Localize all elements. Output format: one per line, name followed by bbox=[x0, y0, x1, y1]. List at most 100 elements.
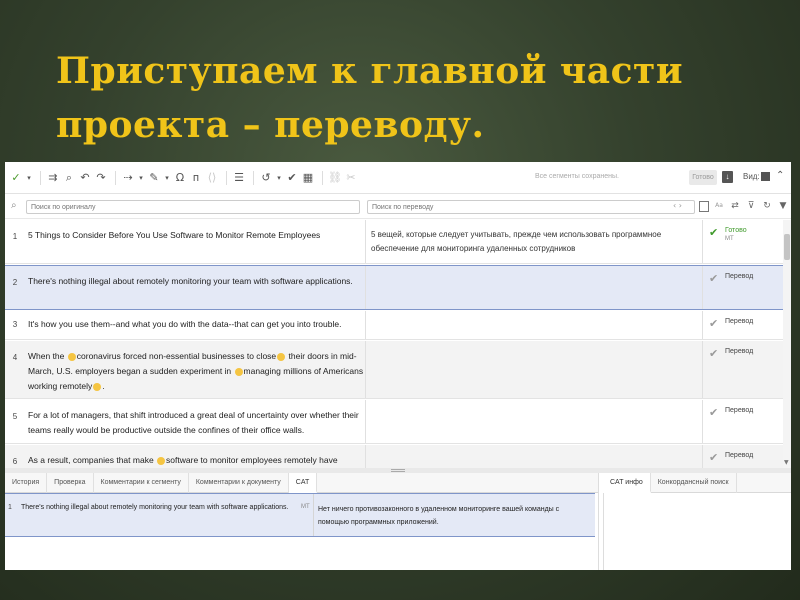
info-tabs: CAT инфо Конкордансный поиск bbox=[603, 473, 791, 493]
inline-tag-icon[interactable] bbox=[234, 367, 243, 376]
replace-icon[interactable]: ⇄ bbox=[729, 199, 741, 213]
segment-row[interactable]: 4 When the coronavirus forced non-essent… bbox=[5, 341, 783, 399]
scrollbar-thumb[interactable] bbox=[784, 234, 790, 260]
toolbar-divider bbox=[253, 170, 254, 185]
source-search-input[interactable] bbox=[26, 200, 360, 214]
segment-number: 2 bbox=[12, 278, 18, 287]
segment-source: 5 Things to Consider Before You Use Soft… bbox=[28, 230, 321, 240]
search-nav-arrows[interactable]: ‹ › bbox=[673, 201, 682, 210]
segment-number: 4 bbox=[12, 353, 18, 362]
tab-cat[interactable]: CAT bbox=[288, 473, 318, 493]
tab-check[interactable]: Проверка bbox=[47, 473, 94, 493]
segment-source: It's how you use them--and what you do w… bbox=[28, 319, 342, 329]
inline-tag-icon[interactable] bbox=[67, 352, 76, 361]
status-label: Перевод bbox=[725, 273, 754, 280]
nonbreaking-space-icon[interactable]: ᴨ bbox=[189, 171, 203, 185]
segment-row[interactable]: 2 There's nothing illegal about remotely… bbox=[5, 265, 783, 310]
cat-tool-screenshot: ✓ ▾ ⇉ ⌕ ↶ ↷ ⇢ ▾ ✎ ▾ Ω ᴨ ⟨⟩ ☰ ↺ ▾ ✔ ▦ ⛓ ✂… bbox=[5, 162, 791, 570]
download-icon[interactable]: ↓ bbox=[722, 171, 733, 183]
slide-title-line-1: Приступаем к главной части bbox=[56, 50, 684, 92]
source-text-part: . bbox=[102, 381, 105, 391]
undo-icon[interactable]: ↶ bbox=[78, 171, 92, 185]
check-icon: ✔ bbox=[709, 347, 719, 360]
check-icon: ✔ bbox=[709, 406, 719, 419]
match-case-toggle[interactable]: Aa bbox=[713, 199, 725, 213]
segment-source: When the coronavirus forced non-essentia… bbox=[28, 349, 364, 394]
find-replace-icon[interactable]: ⌕ bbox=[62, 171, 76, 185]
segment-number: 5 bbox=[12, 412, 18, 421]
view-label: Вид: bbox=[743, 172, 760, 181]
check-icon: ✔ bbox=[709, 272, 719, 285]
special-char-icon[interactable]: Ω bbox=[173, 171, 187, 185]
source-text-part: As a result, companies that make bbox=[28, 455, 154, 465]
revert-dropdown-icon[interactable]: ▾ bbox=[275, 171, 283, 185]
status-label: Готово bbox=[725, 227, 747, 234]
tab-concordance-search[interactable]: Конкордансный поиск bbox=[651, 473, 737, 493]
qa-icon[interactable]: ▦ bbox=[301, 171, 315, 185]
redo-icon[interactable]: ↷ bbox=[94, 171, 108, 185]
bottom-panel: История Проверка Комментарии к сегменту … bbox=[5, 473, 599, 570]
tab-document-comments[interactable]: Комментарии к документу bbox=[189, 473, 289, 493]
link-icon[interactable]: ⛓ bbox=[328, 171, 342, 185]
join-segments-icon[interactable]: ☰ bbox=[232, 171, 246, 185]
collapse-icon[interactable]: ⌃ bbox=[776, 170, 784, 181]
filter-clear-icon[interactable]: ⊽ bbox=[745, 199, 757, 213]
segment-source: There's nothing illegal about remotely m… bbox=[28, 276, 353, 286]
inline-tag-icon[interactable] bbox=[93, 382, 102, 391]
tab-history[interactable]: История bbox=[5, 473, 48, 493]
segment-row[interactable]: 3 It's how you use them--and what you do… bbox=[5, 311, 783, 340]
segment-target[interactable] bbox=[365, 266, 703, 309]
slide-title: Приступаем к главной части проекта – пер… bbox=[56, 44, 756, 152]
unlink-icon[interactable]: ✂ bbox=[344, 171, 358, 185]
segment-source: As a result, companies that make softwar… bbox=[28, 453, 364, 468]
segment-target[interactable]: 5 вещей, которые следует учитывать, преж… bbox=[365, 220, 703, 263]
splitter-grip-icon[interactable] bbox=[391, 469, 405, 472]
target-search-input[interactable] bbox=[367, 200, 695, 214]
segment-target[interactable] bbox=[365, 341, 703, 398]
info-panel: CAT инфо Конкордансный поиск bbox=[603, 473, 791, 570]
segment-row[interactable]: 6 As a result, companies that make softw… bbox=[5, 445, 783, 468]
inline-tag-icon[interactable] bbox=[157, 456, 166, 465]
segment-row[interactable]: 1 5 Things to Consider Before You Use So… bbox=[5, 220, 783, 264]
segment-number: 1 bbox=[12, 232, 18, 241]
ready-button[interactable]: Готово bbox=[689, 170, 717, 185]
copy-source-icon[interactable]: ⇉ bbox=[46, 171, 60, 185]
source-text-part: software to monitor employees remotely h… bbox=[166, 455, 338, 465]
check-icon: ✔ bbox=[709, 317, 719, 330]
segment-status: ✔ Перевод bbox=[709, 272, 783, 285]
refresh-icon[interactable]: ↻ bbox=[761, 199, 773, 213]
segments-grid: 1 5 Things to Consider Before You Use So… bbox=[5, 220, 783, 468]
revert-icon[interactable]: ↺ bbox=[259, 171, 273, 185]
segment-target[interactable] bbox=[365, 445, 703, 468]
segment-status: ✔ Перевод bbox=[709, 406, 783, 419]
filter-tools: Aa ⇄ ⊽ ↻ ▼ bbox=[699, 199, 791, 213]
search-icon: ⌕ bbox=[11, 200, 17, 211]
info-panel-body bbox=[603, 493, 791, 570]
segment-target[interactable] bbox=[365, 400, 703, 443]
navigate-icon[interactable]: ⇢ bbox=[121, 171, 135, 185]
confirm-dropdown-icon[interactable]: ▾ bbox=[25, 171, 33, 185]
view-mode-icon[interactable] bbox=[761, 172, 770, 181]
segment-row[interactable]: 5 For a lot of managers, that shift intr… bbox=[5, 400, 783, 444]
confirm-check-icon[interactable]: ✓ bbox=[9, 171, 23, 185]
select-all-checkbox[interactable] bbox=[699, 200, 709, 212]
tab-segment-comments[interactable]: Комментарии к сегменту bbox=[94, 473, 189, 493]
filter-bar: ⌕ ‹ › Aa ⇄ ⊽ ↻ ▼ bbox=[5, 195, 791, 219]
segment-status: ✔ Перевод bbox=[709, 317, 783, 330]
segment-status: ✔ Готово МТ bbox=[709, 226, 783, 242]
filter-icon[interactable]: ▼ bbox=[777, 199, 789, 213]
segment-target[interactable] bbox=[365, 311, 703, 339]
scroll-down-icon[interactable]: ▼ bbox=[784, 459, 789, 466]
spellcheck-icon[interactable]: ✔ bbox=[285, 171, 299, 185]
clear-dropdown-icon[interactable]: ▾ bbox=[163, 171, 171, 185]
tags-icon[interactable]: ⟨⟩ bbox=[205, 171, 219, 185]
check-icon: ✔ bbox=[709, 451, 719, 464]
clear-format-icon[interactable]: ✎ bbox=[147, 171, 161, 185]
grid-scrollbar[interactable]: ▼ bbox=[783, 220, 791, 468]
source-text-part: When the bbox=[28, 351, 65, 361]
tab-cat-info[interactable]: CAT инфо bbox=[603, 473, 651, 493]
cat-suggestion-source: There's nothing illegal about remotely m… bbox=[21, 504, 289, 511]
inline-tag-icon[interactable] bbox=[277, 352, 286, 361]
cat-suggestion-row[interactable]: 1 There's nothing illegal about remotely… bbox=[5, 493, 595, 537]
navigate-dropdown-icon[interactable]: ▾ bbox=[137, 171, 145, 185]
